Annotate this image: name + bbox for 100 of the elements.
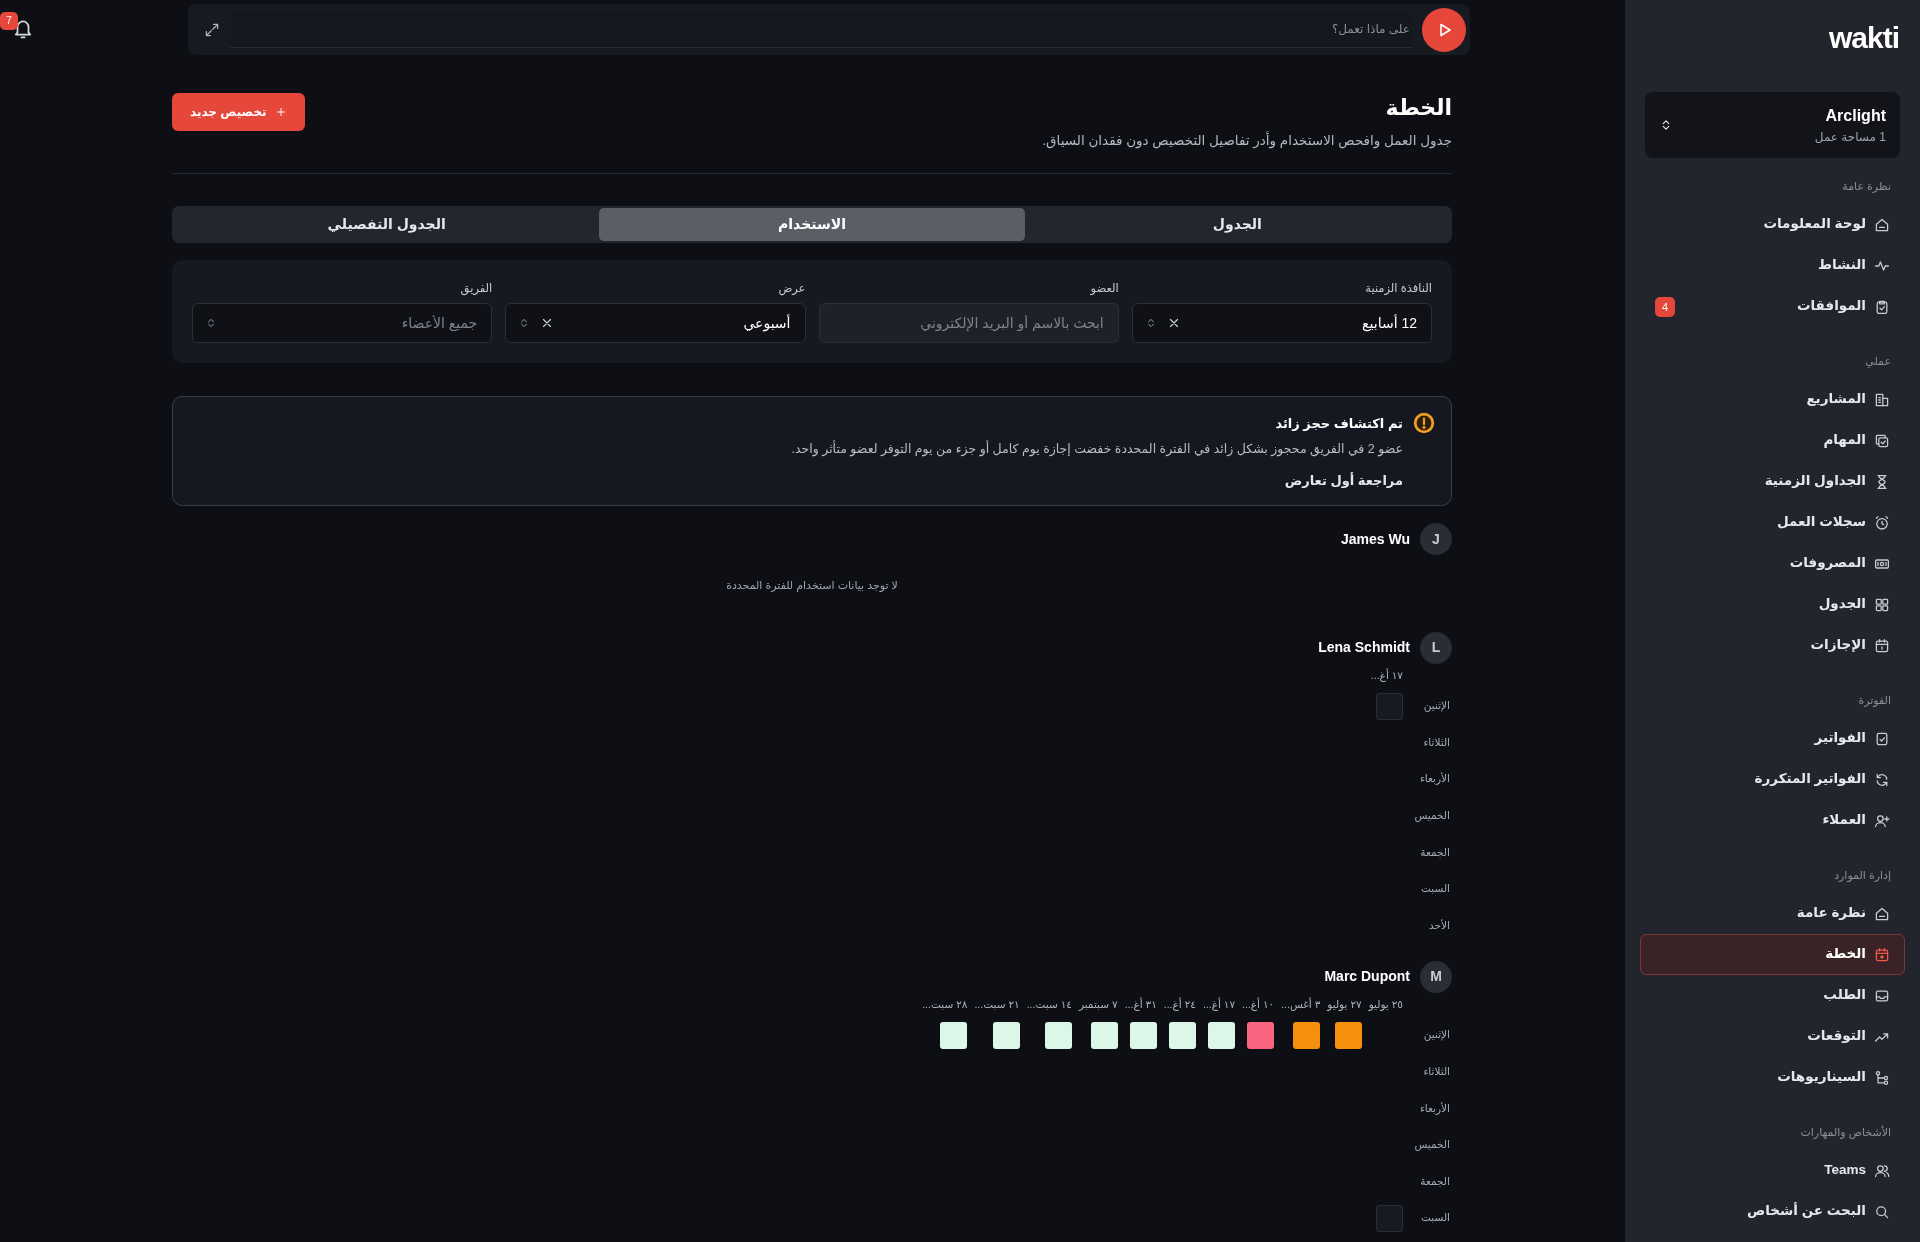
branch-icon [1874, 1069, 1890, 1086]
select-input[interactable]: أسبوعي [564, 311, 793, 335]
alert-title: تم اكتشاف حجز زائد [1274, 415, 1403, 434]
sidebar-item[interactable]: المصروفات [1640, 543, 1905, 584]
field-label: العضو [1089, 281, 1119, 297]
day-label: الأربعاء [1418, 771, 1451, 787]
page-subtitle: جدول العمل وافحص الاستخدام وأدر تفاصيل التخصيص دون فقدان السياق. [1042, 131, 1452, 151]
week-label: ٢٨ سبت... [922, 997, 968, 1013]
section-heading: الفوترة [1857, 693, 1892, 709]
file-check-icon [1874, 730, 1890, 747]
day-label: الجمعة [1419, 1173, 1451, 1189]
select-input[interactable]: جميع الأعضاء [227, 311, 480, 335]
day-label: الأحد [1428, 917, 1451, 933]
day-label: الخميس [1413, 807, 1451, 824]
sidebar-item[interactable]: لوحة المعلومات [1640, 204, 1905, 245]
timer-bar[interactable]: على ماذا تعمل؟ [188, 4, 1470, 55]
sidebar-item[interactable]: الطلب [1640, 975, 1905, 1016]
building-icon [1874, 391, 1890, 408]
start-timer-button[interactable] [1422, 7, 1466, 52]
week-label: ١٠ أغ... [1242, 997, 1275, 1013]
notification-count: 7 [0, 12, 18, 30]
section-heading: نظرة عامة [1841, 179, 1892, 195]
empty-day-cell [1376, 1204, 1403, 1232]
sidebar-item[interactable]: الخطة [1640, 934, 1905, 975]
expand-button[interactable] [204, 21, 220, 38]
sidebar-item[interactable]: سجلات العمل [1640, 502, 1905, 543]
alert-message: عضو 2 في الفريق محجوز بشكل زائد في الفترة المحددة خفضت إجازة يوم كامل أو جزء من يوم التوفر لعضو متأثر واحد. [791, 439, 1403, 459]
sidebar-item[interactable]: الجداول الزمنية [1640, 461, 1905, 502]
section-heading: الأشخاص والمهارات [1799, 1124, 1892, 1141]
sidebar-item[interactable]: Teams [1640, 1150, 1905, 1191]
workspace-name: Arclight [1824, 106, 1886, 126]
day-label: الثلاثاء [1422, 1063, 1451, 1079]
expand-icon [204, 21, 220, 38]
empty-day-cell [1376, 692, 1403, 720]
day-label: الثلاثاء [1422, 734, 1451, 750]
sidebar-item[interactable]: الجدول [1640, 584, 1905, 625]
field-label: الفريق [459, 281, 493, 297]
day-label: السبت [1420, 1210, 1451, 1226]
search-icon [1874, 1203, 1890, 1220]
home-icon [1874, 216, 1890, 233]
member-name: Marc Dupont [1324, 967, 1410, 987]
week-label: ٢٥ يوليو [1368, 997, 1403, 1013]
refresh-icon [1874, 771, 1890, 788]
day-label: الجمعة [1419, 844, 1451, 860]
day-label: الإثنين [1422, 1027, 1451, 1043]
week-label: ٧ سبتمبر [1078, 997, 1118, 1013]
day-label: السبت [1420, 881, 1451, 897]
page-title: الخطة [1384, 94, 1452, 122]
field-label: عرض [777, 281, 806, 297]
avatar-initial: M [1420, 960, 1452, 993]
select-field[interactable]: أسبوعي [505, 303, 806, 344]
member-name: Lena Schmidt [1318, 638, 1410, 658]
timer-icon [1874, 514, 1890, 531]
select-field[interactable]: 12 أسابيع [1131, 303, 1432, 344]
view-tab[interactable]: الجدول التفصيلي [174, 208, 600, 242]
sidebar-item[interactable]: المهام [1640, 420, 1905, 461]
section-heading: إدارة الموارد [1833, 868, 1892, 884]
select-field[interactable]: جميع الأعضاء [192, 303, 493, 344]
week-label: ١٤ سبت... [1026, 997, 1072, 1013]
calendar-icon [1874, 637, 1890, 654]
week-label: ١٧ أغ... [1202, 997, 1236, 1013]
warning-icon [1413, 412, 1435, 435]
sidebar-item[interactable]: العملاء [1640, 800, 1905, 841]
copy-check-icon [1874, 432, 1890, 449]
sidebar-item[interactable]: التوقعات [1640, 1016, 1905, 1057]
sidebar-item[interactable]: النشاط [1640, 245, 1905, 286]
sidebar-item[interactable]: السيناريوهات [1640, 1057, 1905, 1098]
sidebar-item[interactable]: الفواتير [1640, 718, 1905, 759]
plus-icon [274, 106, 287, 118]
day-label: الإثنين [1422, 698, 1451, 714]
sidebar-item[interactable]: الإجازات [1640, 625, 1905, 666]
review-conflict-link[interactable]: مراجعة أول تعارض [1284, 470, 1403, 490]
sidebar-item[interactable]: الفواتير المتكررة [1640, 759, 1905, 800]
view-tab[interactable]: الاستخدام [599, 208, 1025, 242]
users-icon [1874, 1162, 1890, 1179]
day-label: الأربعاء [1418, 1100, 1451, 1117]
hourglass-icon [1874, 473, 1890, 490]
count-badge: 4 [1655, 296, 1675, 317]
week-label: ١٧ أغ... [1370, 668, 1403, 684]
grid-icon [1874, 596, 1890, 613]
empty-message: لا توجد بيانات استخدام للفترة المحددة [725, 578, 899, 594]
week-label: ٢٧ يوليو [1327, 997, 1362, 1013]
member-name: James Wu [1341, 529, 1410, 549]
select-input[interactable]: 12 أسابيع [1190, 311, 1419, 335]
calendar-icon [1874, 946, 1890, 963]
week-label: ٣١ أغ... [1124, 997, 1157, 1013]
week-label: ٢٤ أغ... [1163, 997, 1196, 1013]
new-allocation-button[interactable]: تخصيص جديد [172, 93, 305, 131]
week-label: ٢١ سبت... [974, 997, 1020, 1013]
logo: wakti [1827, 20, 1900, 56]
notifications-button[interactable]: 7 [0, 12, 36, 44]
avatar-initial: J [1420, 523, 1452, 556]
view-tab[interactable]: الجدول [1024, 208, 1450, 242]
clipboard-check-icon [1874, 298, 1890, 315]
user-plus-icon [1874, 812, 1890, 829]
sidebar-item[interactable]: البحث عن أشخاص [1640, 1191, 1905, 1232]
field-label: النافذة الزمنية [1364, 281, 1432, 297]
sidebar-item[interactable]: نظرة عامة [1640, 893, 1905, 934]
sidebar-item[interactable]: المشاريع [1640, 379, 1905, 420]
home-icon [1874, 905, 1890, 922]
